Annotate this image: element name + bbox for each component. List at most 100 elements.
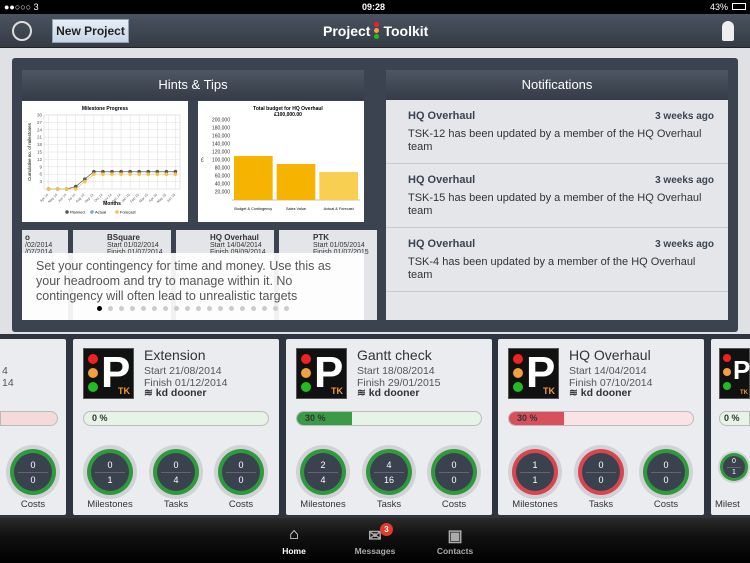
project-start: Start 21/08/2014 [144, 365, 222, 377]
progress-bar: 0 % [719, 411, 750, 426]
gauge-costs[interactable]: 00 [214, 445, 268, 499]
card-start: Start 14/04/2014 [210, 242, 262, 249]
notification-time: 3 weeks ago [655, 175, 714, 186]
gauge-milestones[interactable]: 24 [296, 445, 350, 499]
y-tick-label: 160,000 [212, 134, 230, 140]
gauge-tasks[interactable]: 04 [149, 445, 203, 499]
gauge-milestones[interactable]: 11 [508, 445, 562, 499]
hints-carousel[interactable]: Milestone Progress 3 6 9 12 15 18 21 24 27 30 Apr 1… [22, 100, 377, 320]
gauge-value-top: 0 [238, 460, 244, 470]
hints-title: Hints & Tips [22, 70, 364, 100]
project-card[interactable]: P TK Gantt check Start 18/08/2014 Finish 2… [286, 339, 492, 515]
gauge-value-top: 0 [451, 460, 457, 470]
gauge-value-bottom: 0 [451, 475, 457, 485]
page-dot[interactable] [163, 306, 168, 311]
refresh-icon[interactable] [12, 21, 32, 41]
gauge-value-top: 0 [107, 460, 113, 470]
gauge-costs[interactable]: 00 [639, 445, 693, 499]
y-tick-label: 200,000 [212, 118, 230, 124]
tab-home[interactable]: ⌂ Home [259, 526, 329, 556]
page-dot[interactable] [207, 306, 212, 311]
gauge-value-top: 2 [320, 460, 326, 470]
y-tick-label: 180,000 [212, 126, 230, 132]
y-tick-label: 27 [37, 120, 43, 125]
unread-badge: 3 [380, 523, 393, 536]
gauge-milest[interactable]: 01 [718, 451, 750, 483]
legend-label: Forecast [120, 210, 136, 215]
gauge-label: Costs [653, 499, 679, 510]
x-tick-label: Sep 14 [84, 193, 95, 204]
project-logo-icon: P TK [296, 348, 347, 399]
tab-contacts[interactable]: ▣ Contacts [420, 526, 490, 556]
progress-bar: 30 % [508, 411, 694, 426]
page-dot[interactable] [218, 306, 223, 311]
page-dot[interactable] [108, 306, 113, 311]
page-dot[interactable] [240, 306, 245, 311]
project-card[interactable]: 4 14 00 Costs [0, 339, 66, 515]
y-tick-label: 60,000 [215, 174, 231, 180]
notification-item[interactable]: HQ Overhaul 3 weeks ago TSK-12 has been up… [386, 100, 728, 164]
page-dot[interactable] [97, 306, 102, 311]
project-logo-icon: P TK [719, 348, 750, 399]
project-cards[interactable]: 4 14 00 Costs P TK Extension Start 21/08/20… [0, 334, 750, 518]
status-bar: ●●○○○ 3 09:28 43% [0, 0, 750, 14]
notifications-title: Notifications [386, 70, 728, 100]
notification-time: 3 weeks ago [655, 239, 714, 250]
gauge-label: Milestones [300, 499, 346, 510]
page-dot[interactable] [229, 306, 234, 311]
owner-name: kd dooner [155, 387, 207, 399]
new-project-button[interactable]: New Project [52, 19, 129, 43]
page-dot[interactable] [262, 306, 267, 311]
page-dot[interactable] [251, 306, 256, 311]
user-icon[interactable] [722, 21, 734, 41]
page-dot[interactable] [174, 306, 179, 311]
gauge-value-bottom: 0 [598, 475, 604, 485]
chart-title: Milestone Progress [82, 106, 128, 112]
gauge-value-bottom: 0 [238, 475, 244, 485]
gauge-tasks[interactable]: 4 16 [362, 445, 416, 499]
progress-label: 0 % [92, 413, 108, 423]
gauge-value-top: 0 [30, 460, 36, 470]
gauge-label: Costs [441, 499, 467, 510]
card-name: HQ Overhaul [210, 233, 259, 242]
project-start: Start 14/04/2014 [569, 365, 647, 377]
page-indicator[interactable] [22, 298, 364, 316]
progress-label: 0 % [724, 413, 740, 423]
page-dot[interactable] [141, 306, 146, 311]
gauge-costs[interactable]: 00 [427, 445, 481, 499]
project-card[interactable]: P TK 0 % 0 1 Milest [711, 339, 750, 515]
page-dot[interactable] [119, 306, 124, 311]
gauge-costs[interactable]: 00 [6, 445, 60, 499]
wifi-icon: ≋ [357, 387, 366, 399]
home-icon: ⌂ [289, 526, 299, 543]
gauge-tasks[interactable]: 00 [574, 445, 628, 499]
y-tick-label: 100,000 [212, 158, 230, 164]
page-dot[interactable] [130, 306, 135, 311]
y-tick-label: 140,000 [212, 142, 230, 148]
gauge-label: Tasks [588, 499, 614, 510]
page-dot[interactable] [152, 306, 157, 311]
gauge-label: Tasks [376, 499, 402, 510]
notification-project: HQ Overhaul [408, 174, 476, 186]
page-dot[interactable] [185, 306, 190, 311]
contacts-icon: ▣ [447, 528, 463, 545]
gauge-value-bottom: 1 [732, 469, 736, 476]
project-finish: 14 [2, 377, 14, 389]
project-card[interactable]: P TK HQ Overhaul Start 14/04/2014 Finish 0… [498, 339, 704, 515]
page-dot[interactable] [284, 306, 289, 311]
nav-bar: New Project Project Toolkit [0, 14, 750, 48]
gauge-label: Milestones [512, 499, 558, 510]
notification-text: TSK-4 has been updated by a member of th… [408, 256, 696, 281]
gauge-value-top: 0 [663, 460, 669, 470]
notification-item[interactable]: HQ Overhaul 3 weeks ago TSK-4 has been upd… [386, 228, 728, 292]
y-tick-label: 24 [37, 127, 43, 132]
dashboard-panel: Hints & Tips Milestone Progress 3 6 9 12 15 18… [12, 58, 738, 332]
y-tick-label: 3 [39, 179, 42, 184]
card-name: BSquare [107, 233, 140, 242]
project-card[interactable]: P TK Extension Start 21/08/2014 Finish 01/… [73, 339, 279, 515]
page-dot[interactable] [273, 306, 278, 311]
page-dot[interactable] [196, 306, 201, 311]
notification-item[interactable]: HQ Overhaul 3 weeks ago TSK-15 has been up… [386, 164, 728, 228]
gauge-milestones[interactable]: 01 [83, 445, 137, 499]
tab-messages[interactable]: ✉ 3 Messages [340, 523, 410, 556]
